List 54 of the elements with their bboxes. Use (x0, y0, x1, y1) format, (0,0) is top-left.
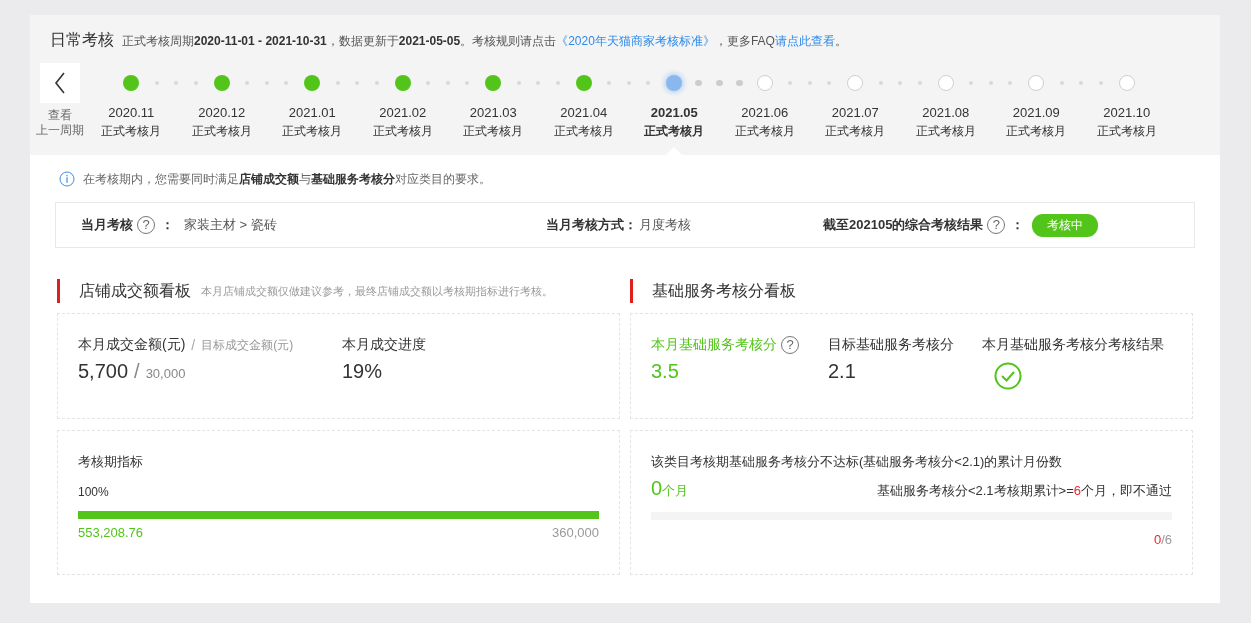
metric-sublabel: 目标成交金额(元) (201, 336, 294, 354)
previous-period-label[interactable]: 上一周期 (36, 123, 84, 138)
metric-value: 19% (342, 360, 383, 383)
colon-text: ： (161, 216, 174, 234)
colon-text: ： (1011, 216, 1025, 234)
metric-label: 本月成交金额(元) (78, 336, 186, 354)
actual-amount: 553,208.76 (78, 525, 144, 540)
metric-label: 本月成交进度 (342, 336, 426, 354)
month-tab[interactable]: 2020.11 正式考核月 (86, 103, 177, 156)
divider-slash: / (191, 337, 196, 353)
month-tab[interactable]: 2021.08 正式考核月 (900, 103, 991, 156)
metric-value: 5,700 (78, 360, 129, 383)
previous-period-button[interactable] (40, 63, 80, 103)
summary-label: 截至202105的综合考核结果 (823, 216, 984, 234)
summary-label: 当月考核 (81, 216, 133, 234)
progress-percent: 100% (78, 485, 110, 499)
chevron-left-icon (54, 72, 66, 94)
section-marker (630, 279, 633, 303)
month-tab[interactable]: 2021.02 正式考核月 (357, 103, 448, 156)
month-ratio: 0/6 (1153, 532, 1172, 547)
month-tab[interactable]: 2021.05 正式考核月 (629, 103, 720, 156)
month-tab[interactable]: 2021.06 正式考核月 (719, 103, 810, 156)
status-badge: 考核中 (1032, 213, 1099, 237)
previous-period-label[interactable]: 查看 (48, 108, 72, 123)
month-tab[interactable]: 2020.12 正式考核月 (176, 103, 267, 156)
page-title: 日常考核 (50, 30, 114, 50)
section-title: 店铺成交额看板 (79, 280, 191, 301)
month-count: 0个月 (651, 477, 689, 500)
month-tab[interactable]: 2021.01 正式考核月 (267, 103, 358, 156)
month-tab[interactable]: 2021.04 正式考核月 (538, 103, 629, 156)
section-note: 本月店铺成交额仅做建议参考，最终店铺成交额以考核期指标进行考核。 (201, 283, 553, 299)
section-marker (57, 279, 60, 303)
metric-label: 本月基础服务考核分考核结果 (982, 336, 1164, 354)
target-amount: 360,000 (552, 525, 599, 540)
metric-value: 2.1 (828, 360, 856, 383)
month-tab[interactable]: 2021.09 正式考核月 (991, 103, 1082, 156)
period-notice: 正式考核周期2020-11-01 - 2021-10-31，数据更新于2021-05-05。考核规则请点击《2020年天猫商家考核标准》，更多FAQ请点此查看。 (122, 33, 847, 50)
month-tab[interactable]: 2021.10 正式考核月 (1081, 103, 1172, 156)
progress-title: 考核期指标 (78, 453, 144, 471)
info-icon (59, 171, 75, 187)
divider-slash: / (134, 360, 140, 383)
metric-label: 目标基础服务考核分 (828, 336, 954, 354)
metric-value: 3.5 (651, 360, 679, 383)
target-value: 30,000 (145, 366, 186, 381)
section-title: 基础服务考核分看板 (652, 280, 796, 301)
metric-label: 本月基础服务考核分 (651, 336, 777, 354)
fail-rule-text: 基础服务考核分<2.1考核期累计>=6个月，即不通过 (876, 482, 1172, 500)
info-text: 在考核期内，您需要同时满足店铺成交额与基础服务考核分对应类目的要求。 (83, 170, 491, 188)
progress-title: 该类目考核期基础服务考核分不达标(基础服务考核分<2.1)的累计月份数 (651, 453, 1064, 471)
summary-value: 月度考核 (639, 216, 691, 234)
month-tab[interactable]: 2021.03 正式考核月 (448, 103, 539, 156)
month-tab[interactable]: 2021.07 正式考核月 (810, 103, 901, 156)
summary-label: 当月考核方式： (546, 216, 637, 234)
summary-value: 家装主材 > 瓷砖 (184, 216, 277, 234)
